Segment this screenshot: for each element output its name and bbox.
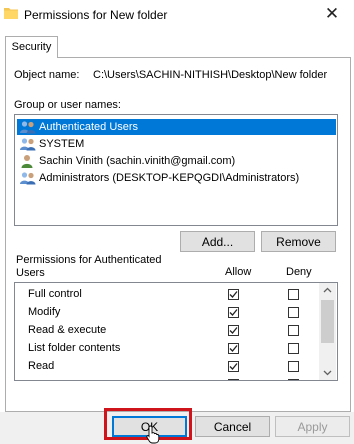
deny-checkbox[interactable]: [288, 379, 299, 380]
scroll-down-button[interactable]: [319, 365, 336, 380]
deny-column-header: Deny: [286, 266, 312, 278]
allow-checkbox[interactable]: [228, 343, 239, 354]
remove-button[interactable]: Remove: [261, 231, 336, 252]
list-item-sachin-vinith[interactable]: Sachin Vinith (sachin.vinith@gmail.com): [17, 153, 235, 169]
checkmark-icon: [229, 309, 238, 316]
allow-column-header: Allow: [225, 266, 252, 278]
user-group-icon: [20, 138, 36, 151]
window-title: Permissions for New folder: [24, 8, 168, 22]
checkmark-icon: [229, 363, 238, 370]
list-item-label: Authenticated Users: [39, 121, 139, 133]
group-names-label: Group or user names:: [14, 99, 121, 111]
user-group-icon: [20, 121, 36, 134]
deny-checkbox[interactable]: [288, 343, 299, 354]
permission-name: Read & execute: [28, 324, 107, 336]
allow-checkbox[interactable]: [228, 379, 239, 380]
list-item-label: Administrators (DESKTOP-KEPQGDI\Administ…: [39, 172, 300, 184]
deny-checkbox[interactable]: [288, 361, 299, 372]
list-item-label: SYSTEM: [39, 138, 85, 150]
cancel-button[interactable]: Cancel: [195, 416, 270, 437]
user-group-icon: [20, 172, 36, 185]
allow-checkbox[interactable]: [228, 361, 239, 372]
scroll-thumb[interactable]: [321, 300, 334, 343]
permission-row-list-folder-contents: List folder contents: [15, 340, 319, 358]
close-button[interactable]: ✕: [310, 0, 354, 30]
tab-security[interactable]: Security: [5, 36, 58, 58]
list-item-label: Sachin Vinith (sachin.vinith@gmail.com): [39, 155, 236, 167]
list-item-administrators[interactable]: Administrators (DESKTOP-KEPQGDI\Administ…: [17, 170, 299, 186]
apply-button[interactable]: Apply: [275, 416, 350, 437]
user-icon: [21, 155, 33, 168]
folder-icon: [4, 8, 18, 19]
scroll-up-button[interactable]: [319, 283, 336, 298]
checkmark-icon: [229, 327, 238, 334]
permission-name: Full control: [28, 288, 82, 300]
chevron-up-icon: [323, 287, 332, 293]
allow-checkbox[interactable]: [228, 325, 239, 336]
object-name-value: C:\Users\SACHIN-NITHISH\Desktop\New fold…: [93, 69, 328, 81]
permission-row-full-control: Full control: [15, 286, 319, 304]
deny-checkbox[interactable]: [288, 325, 299, 336]
group-user-list[interactable]: Authenticated Users SYSTEM Sachin Vinith…: [14, 114, 338, 226]
list-item-authenticated-users[interactable]: Authenticated Users: [17, 119, 336, 135]
permission-name: Modify: [28, 306, 61, 318]
add-button[interactable]: Add...: [180, 231, 255, 252]
permissions-scrollbar[interactable]: [319, 283, 336, 380]
permissions-list[interactable]: Full control Modify Read & execute List …: [14, 282, 338, 381]
permission-row-partial: [15, 376, 319, 380]
allow-checkbox[interactable]: [228, 289, 239, 300]
close-icon: ✕: [324, 4, 340, 23]
object-name-label: Object name:: [14, 69, 80, 81]
permission-name: List folder contents: [28, 342, 121, 354]
checkmark-icon: [229, 291, 238, 298]
permission-row-read: Read: [15, 358, 319, 376]
chevron-down-icon: [323, 370, 332, 376]
title-bar: Permissions for New folder ✕: [0, 0, 354, 30]
permission-row-modify: Modify: [15, 304, 319, 322]
checkmark-icon: [229, 345, 238, 352]
pointer-cursor-icon: [146, 425, 160, 444]
permission-row-read-execute: Read & execute: [15, 322, 319, 340]
deny-checkbox[interactable]: [288, 289, 299, 300]
allow-checkbox[interactable]: [228, 307, 239, 318]
permissions-label: Permissions for Authenticated Users: [16, 254, 162, 279]
list-item-system[interactable]: SYSTEM: [17, 136, 84, 152]
tab-strip: Security: [0, 36, 354, 58]
deny-checkbox[interactable]: [288, 307, 299, 318]
permission-name: Read: [28, 360, 55, 372]
